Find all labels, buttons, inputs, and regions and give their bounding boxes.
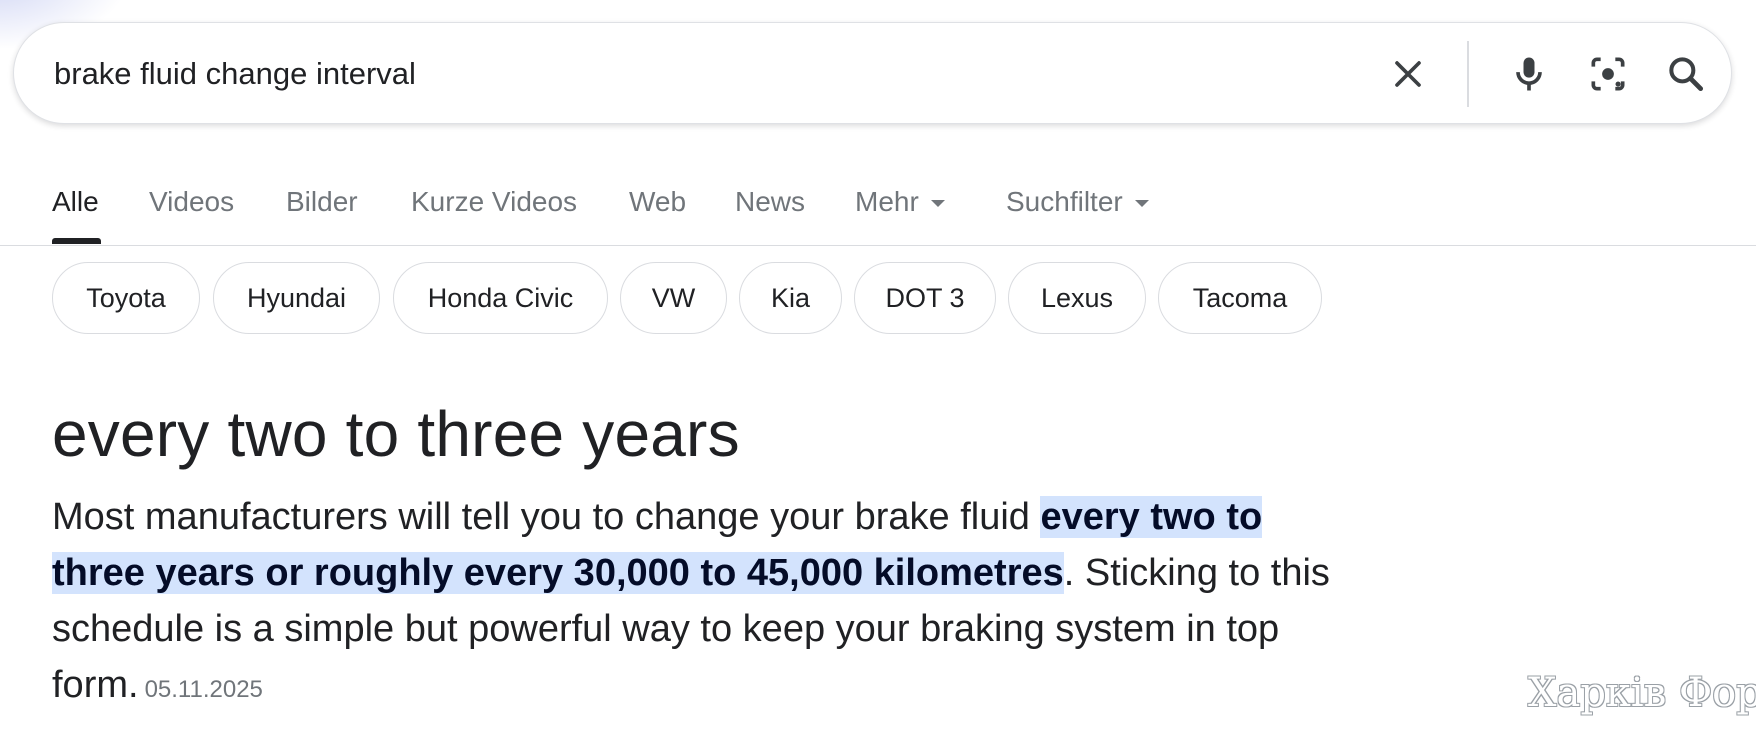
- chevron-down-icon: [930, 200, 945, 208]
- tab-suchfilter[interactable]: Suchfilter: [1006, 186, 1149, 218]
- tab-suchfilter-label: Suchfilter: [1006, 186, 1123, 217]
- tab-news[interactable]: News: [735, 186, 805, 218]
- chevron-down-icon: [1134, 200, 1149, 208]
- active-tab-indicator: [52, 238, 101, 244]
- featured-answer-title: every two to three years: [52, 398, 740, 470]
- search-icon[interactable]: [1664, 52, 1708, 96]
- tab-alle[interactable]: Alle: [52, 186, 99, 218]
- tab-videos[interactable]: Videos: [149, 186, 234, 218]
- tab-mehr-label: Mehr: [855, 186, 919, 217]
- chip-vw[interactable]: VW: [620, 262, 727, 334]
- chip-honda-civic[interactable]: Honda Civic: [393, 262, 608, 334]
- chip-tacoma[interactable]: Tacoma: [1158, 262, 1322, 334]
- snippet-date: 05.11.2025: [144, 676, 263, 703]
- chip-hyundai[interactable]: Hyundai: [213, 262, 380, 334]
- featured-snippet: Most manufacturers will tell you to chan…: [52, 489, 1362, 718]
- tab-mehr[interactable]: Mehr: [855, 186, 945, 218]
- tab-web[interactable]: Web: [629, 186, 686, 218]
- search-bar: [13, 22, 1732, 124]
- chip-toyota[interactable]: Toyota: [52, 262, 200, 334]
- chip-lexus[interactable]: Lexus: [1008, 262, 1146, 334]
- close-icon[interactable]: [1386, 52, 1430, 96]
- search-input[interactable]: [54, 51, 1354, 97]
- watermark-logo: Харків Форум: [1528, 670, 1756, 716]
- tab-kurze-videos[interactable]: Kurze Videos: [411, 186, 577, 218]
- microphone-icon[interactable]: [1507, 52, 1551, 96]
- tab-bilder[interactable]: Bilder: [286, 186, 358, 218]
- chip-dot-3[interactable]: DOT 3: [854, 262, 996, 334]
- lens-camera-icon[interactable]: [1586, 52, 1630, 96]
- chip-kia[interactable]: Kia: [739, 262, 842, 334]
- snippet-text-before: Most manufacturers will tell you to chan…: [52, 496, 1041, 538]
- tabs-divider: [0, 245, 1756, 246]
- search-bar-divider: [1467, 41, 1469, 107]
